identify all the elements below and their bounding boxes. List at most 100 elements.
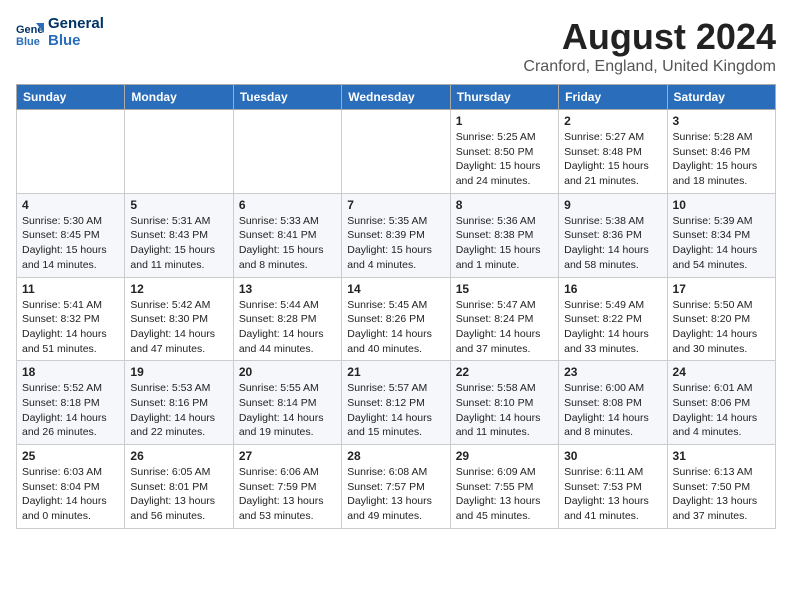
day-cell: 20 Sunrise: 5:55 AM Sunset: 8:14 PM Dayli… — [233, 361, 341, 445]
day-cell: 9Sunrise: 5:38 AM Sunset: 8:36 PM Daylig… — [559, 193, 667, 277]
day-info: Sunrise: 5:31 AM Sunset: 8:43 PM Dayligh… — [130, 214, 227, 273]
day-number: 12 — [130, 282, 227, 296]
day-cell: 11Sunrise: 5:41 AM Sunset: 8:32 PM Dayli… — [17, 277, 125, 361]
day-cell: 31Sunrise: 6:13 AM Sunset: 7:50 PM Dayli… — [667, 445, 775, 529]
day-info: Sunrise: 6:05 AM Sunset: 8:01 PM Dayligh… — [130, 465, 227, 524]
subtitle: Cranford, England, United Kingdom — [523, 58, 776, 76]
logo-icon: General Blue — [16, 19, 44, 47]
day-cell: 19 Sunrise: 5:53 AM Sunset: 8:16 PM Dayli… — [125, 361, 233, 445]
day-number: 7 — [347, 198, 444, 212]
day-cell: 4 Sunrise: 5:30 AM Sunset: 8:45 PM Daylig… — [17, 193, 125, 277]
day-number: 9 — [564, 198, 661, 212]
day-number: 27 — [239, 449, 336, 463]
day-info: Sunrise: 5:39 AM Sunset: 8:34 PM Dayligh… — [673, 214, 770, 273]
day-number: 8 — [456, 198, 553, 212]
logo: General Blue General Blue — [16, 16, 104, 49]
week-row-5: 25 Sunrise: 6:03 AM Sunset: 8:04 PM Dayli… — [17, 445, 776, 529]
day-info: Sunrise: 5:41 AM Sunset: 8:32 PM Dayligh… — [22, 298, 119, 357]
day-cell: 10Sunrise: 5:39 AM Sunset: 8:34 PM Dayli… — [667, 193, 775, 277]
title-block: August 2024 Cranford, England, United Ki… — [523, 16, 776, 76]
day-cell: 8 Sunrise: 5:36 AM Sunset: 8:38 PM Daylig… — [450, 193, 558, 277]
day-cell: 2Sunrise: 5:27 AM Sunset: 8:48 PM Daylig… — [559, 110, 667, 194]
day-number: 23 — [564, 365, 661, 379]
day-info: Sunrise: 5:55 AM Sunset: 8:14 PM Dayligh… — [239, 381, 336, 440]
svg-text:Blue: Blue — [16, 36, 40, 47]
day-cell: 23 Sunrise: 6:00 AM Sunset: 8:08 PM Dayli… — [559, 361, 667, 445]
header-cell-saturday: Saturday — [667, 85, 775, 110]
day-cell: 7 Sunrise: 5:35 AM Sunset: 8:39 PM Daylig… — [342, 193, 450, 277]
day-cell — [125, 110, 233, 194]
day-info: Sunrise: 5:28 AM Sunset: 8:46 PM Dayligh… — [673, 130, 770, 189]
day-cell: 1 Sunrise: 5:25 AM Sunset: 8:50 PM Daylig… — [450, 110, 558, 194]
day-info: Sunrise: 5:35 AM Sunset: 8:39 PM Dayligh… — [347, 214, 444, 273]
day-cell: 29Sunrise: 6:09 AM Sunset: 7:55 PM Dayli… — [450, 445, 558, 529]
day-info: Sunrise: 5:42 AM Sunset: 8:30 PM Dayligh… — [130, 298, 227, 357]
day-number: 5 — [130, 198, 227, 212]
day-info: Sunrise: 5:27 AM Sunset: 8:48 PM Dayligh… — [564, 130, 661, 189]
week-row-1: 1 Sunrise: 5:25 AM Sunset: 8:50 PM Daylig… — [17, 110, 776, 194]
day-cell: 26 Sunrise: 6:05 AM Sunset: 8:01 PM Dayli… — [125, 445, 233, 529]
day-info: Sunrise: 5:47 AM Sunset: 8:24 PM Dayligh… — [456, 298, 553, 357]
day-cell: 16Sunrise: 5:49 AM Sunset: 8:22 PM Dayli… — [559, 277, 667, 361]
header-cell-thursday: Thursday — [450, 85, 558, 110]
day-number: 4 — [22, 198, 119, 212]
day-info: Sunrise: 6:01 AM Sunset: 8:06 PM Dayligh… — [673, 381, 770, 440]
day-cell: 24Sunrise: 6:01 AM Sunset: 8:06 PM Dayli… — [667, 361, 775, 445]
day-cell: 25 Sunrise: 6:03 AM Sunset: 8:04 PM Dayli… — [17, 445, 125, 529]
day-number: 30 — [564, 449, 661, 463]
day-number: 15 — [456, 282, 553, 296]
day-info: Sunrise: 6:00 AM Sunset: 8:08 PM Dayligh… — [564, 381, 661, 440]
day-info: Sunrise: 5:36 AM Sunset: 8:38 PM Dayligh… — [456, 214, 553, 273]
day-info: Sunrise: 5:50 AM Sunset: 8:20 PM Dayligh… — [673, 298, 770, 357]
day-number: 25 — [22, 449, 119, 463]
day-cell: 5 Sunrise: 5:31 AM Sunset: 8:43 PM Daylig… — [125, 193, 233, 277]
day-info: Sunrise: 5:45 AM Sunset: 8:26 PM Dayligh… — [347, 298, 444, 357]
day-cell: 21Sunrise: 5:57 AM Sunset: 8:12 PM Dayli… — [342, 361, 450, 445]
day-number: 14 — [347, 282, 444, 296]
day-cell: 18Sunrise: 5:52 AM Sunset: 8:18 PM Dayli… — [17, 361, 125, 445]
header-cell-tuesday: Tuesday — [233, 85, 341, 110]
calendar-header-row: SundayMondayTuesdayWednesdayThursdayFrid… — [17, 85, 776, 110]
day-info: Sunrise: 6:11 AM Sunset: 7:53 PM Dayligh… — [564, 465, 661, 524]
day-info: Sunrise: 6:08 AM Sunset: 7:57 PM Dayligh… — [347, 465, 444, 524]
day-cell: 12 Sunrise: 5:42 AM Sunset: 8:30 PM Dayli… — [125, 277, 233, 361]
header-cell-sunday: Sunday — [17, 85, 125, 110]
day-cell: 3Sunrise: 5:28 AM Sunset: 8:46 PM Daylig… — [667, 110, 775, 194]
day-number: 22 — [456, 365, 553, 379]
day-info: Sunrise: 5:44 AM Sunset: 8:28 PM Dayligh… — [239, 298, 336, 357]
day-info: Sunrise: 5:58 AM Sunset: 8:10 PM Dayligh… — [456, 381, 553, 440]
day-cell: 28 Sunrise: 6:08 AM Sunset: 7:57 PM Dayli… — [342, 445, 450, 529]
day-info: Sunrise: 5:57 AM Sunset: 8:12 PM Dayligh… — [347, 381, 444, 440]
day-cell: 13 Sunrise: 5:44 AM Sunset: 8:28 PM Dayli… — [233, 277, 341, 361]
day-cell: 30 Sunrise: 6:11 AM Sunset: 7:53 PM Dayli… — [559, 445, 667, 529]
day-number: 1 — [456, 114, 553, 128]
day-number: 29 — [456, 449, 553, 463]
day-number: 26 — [130, 449, 227, 463]
day-number: 20 — [239, 365, 336, 379]
day-number: 28 — [347, 449, 444, 463]
day-cell: 6Sunrise: 5:33 AM Sunset: 8:41 PM Daylig… — [233, 193, 341, 277]
day-cell — [17, 110, 125, 194]
day-info: Sunrise: 5:53 AM Sunset: 8:16 PM Dayligh… — [130, 381, 227, 440]
day-info: Sunrise: 6:03 AM Sunset: 8:04 PM Dayligh… — [22, 465, 119, 524]
calendar-table: SundayMondayTuesdayWednesdayThursdayFrid… — [16, 84, 776, 529]
day-cell — [233, 110, 341, 194]
logo-line1: General — [48, 16, 104, 33]
day-info: Sunrise: 5:30 AM Sunset: 8:45 PM Dayligh… — [22, 214, 119, 273]
day-info: Sunrise: 6:06 AM Sunset: 7:59 PM Dayligh… — [239, 465, 336, 524]
day-number: 13 — [239, 282, 336, 296]
day-info: Sunrise: 5:49 AM Sunset: 8:22 PM Dayligh… — [564, 298, 661, 357]
day-cell: 27 Sunrise: 6:06 AM Sunset: 7:59 PM Dayli… — [233, 445, 341, 529]
header-cell-monday: Monday — [125, 85, 233, 110]
header-cell-friday: Friday — [559, 85, 667, 110]
week-row-4: 18Sunrise: 5:52 AM Sunset: 8:18 PM Dayli… — [17, 361, 776, 445]
day-info: Sunrise: 5:25 AM Sunset: 8:50 PM Dayligh… — [456, 130, 553, 189]
page-header: General Blue General Blue August 2024 Cr… — [16, 16, 776, 76]
week-row-2: 4 Sunrise: 5:30 AM Sunset: 8:45 PM Daylig… — [17, 193, 776, 277]
day-cell: 15 Sunrise: 5:47 AM Sunset: 8:24 PM Dayli… — [450, 277, 558, 361]
day-cell: 17Sunrise: 5:50 AM Sunset: 8:20 PM Dayli… — [667, 277, 775, 361]
day-number: 18 — [22, 365, 119, 379]
day-cell: 14 Sunrise: 5:45 AM Sunset: 8:26 PM Dayli… — [342, 277, 450, 361]
week-row-3: 11Sunrise: 5:41 AM Sunset: 8:32 PM Dayli… — [17, 277, 776, 361]
day-number: 19 — [130, 365, 227, 379]
